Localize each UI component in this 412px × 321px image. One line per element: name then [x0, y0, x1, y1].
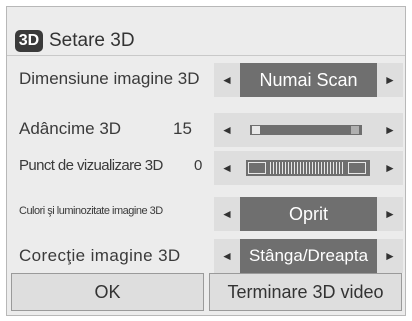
viewpoint-slider-ticks	[270, 162, 344, 174]
header-divider	[7, 55, 405, 56]
image-correction-value[interactable]: Stânga/Dreapta	[240, 239, 377, 273]
color-brightness-value[interactable]: Oprit	[240, 197, 377, 231]
row-label-image-correction: Corecţie imagine 3D	[19, 246, 181, 265]
left-arrow-icon[interactable]: ◄	[214, 151, 240, 185]
depth-slider-end	[351, 126, 359, 134]
left-arrow-icon[interactable]: ◄	[214, 239, 240, 273]
depth-slider[interactable]	[240, 113, 377, 147]
exit-3d-video-button[interactable]: Terminare 3D video	[209, 273, 402, 311]
row-label-color-brightness: Culori şi luminozitate imagine 3D	[19, 205, 163, 217]
left-arrow-icon[interactable]: ◄	[214, 63, 240, 97]
viewpoint-left-marker-icon	[248, 162, 266, 174]
right-arrow-icon[interactable]: ►	[377, 197, 403, 231]
settings-3d-dialog: 3D Setare 3D Dimensiune imagine 3D ◄ Num…	[6, 6, 406, 316]
depth-slider-thumb[interactable]	[252, 126, 260, 134]
row-label-depth: Adâncime 3D	[19, 119, 122, 138]
right-arrow-icon[interactable]: ►	[377, 151, 403, 185]
3d-logo-icon: 3D	[15, 30, 43, 52]
right-arrow-icon[interactable]: ►	[377, 63, 403, 97]
image-size-value[interactable]: Numai Scan	[240, 63, 377, 97]
row-label-image-size: Dimensiune imagine 3D	[19, 69, 200, 88]
right-arrow-icon[interactable]: ►	[377, 113, 403, 147]
viewpoint-level: 0	[194, 157, 203, 174]
left-arrow-icon[interactable]: ◄	[214, 113, 240, 147]
right-arrow-icon[interactable]: ►	[377, 239, 403, 273]
depth-level: 15	[173, 119, 192, 138]
left-arrow-icon[interactable]: ◄	[214, 197, 240, 231]
ok-button[interactable]: OK	[11, 273, 204, 311]
row-label-viewpoint: Punct de vizualizare 3D	[19, 157, 163, 174]
viewpoint-right-marker-icon	[348, 162, 366, 174]
dialog-title: Setare 3D	[49, 30, 135, 51]
viewpoint-slider[interactable]	[240, 151, 377, 185]
depth-slider-track	[250, 125, 362, 135]
